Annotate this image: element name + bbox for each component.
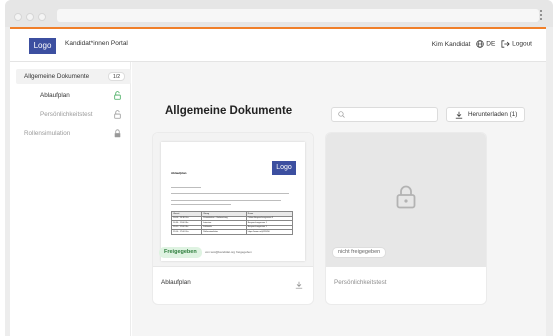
lock-icon — [396, 185, 416, 209]
document-card-schedule[interactable]: Logo Ablaufplan Uhrzeit Übung Raum 10:00… — [153, 133, 313, 304]
download-icon[interactable] — [295, 281, 303, 289]
document-logo: Logo — [272, 161, 296, 175]
window-close-dot[interactable] — [14, 13, 22, 21]
search-input[interactable] — [331, 107, 438, 122]
sidebar-item-label: Ablaufplan — [40, 92, 70, 99]
window-zoom-dot[interactable] — [38, 13, 46, 21]
table-row: 12:00 - 17:00 Uhr Rollensimulation https… — [170, 229, 294, 235]
logout-label: Logout — [512, 40, 532, 48]
download-button-label: Herunterladen (1) — [468, 111, 518, 118]
document-text-line — [171, 204, 231, 205]
browser-toolbar — [5, 0, 553, 27]
sidebar-item-role-simulation[interactable]: Rollensimulation — [16, 126, 131, 141]
logout-button[interactable]: Logout — [501, 40, 532, 48]
document-preview-locked: nicht freigegeben — [326, 133, 486, 267]
document-heading: Ablaufplan — [171, 171, 187, 175]
status-badge-released: Freigegeben — [159, 247, 202, 258]
document-page: Logo Ablaufplan Uhrzeit Übung Raum 10:00… — [161, 142, 305, 261]
sidebar-item-label: Rollensimulation — [24, 130, 71, 137]
language-switcher[interactable]: DE — [476, 40, 495, 48]
brand-logo[interactable]: Logo — [29, 38, 56, 54]
document-card-personality-test[interactable]: nicht freigegeben Persönlichkeitstest — [326, 133, 486, 304]
window-minimize-dot[interactable] — [26, 13, 34, 21]
unlock-icon — [114, 91, 121, 100]
browser-menu-icon[interactable] — [540, 10, 543, 22]
sidebar-item-label: Persönlichkeitstest — [40, 111, 93, 118]
top-header: Logo Kandidat*innen Portal Kim Kandidat … — [10, 27, 546, 62]
app-window: Logo Kandidat*innen Portal Kim Kandidat … — [10, 27, 546, 336]
document-text-line — [171, 200, 281, 201]
table-cell: Rollensimulation — [201, 229, 247, 235]
card-title[interactable]: Ablaufplan — [161, 279, 191, 286]
document-preview[interactable]: Logo Ablaufplan Uhrzeit Übung Raum 10:00… — [153, 133, 313, 267]
table-cell: 12:00 - 17:00 Uhr — [170, 229, 203, 235]
download-icon — [455, 111, 463, 119]
page-title: Allgemeine Dokumente — [165, 105, 293, 117]
sidebar-item-personality-test[interactable]: Persönlichkeitstest — [16, 107, 131, 122]
address-bar[interactable] — [57, 9, 539, 22]
status-note: von test@kandidat.org freigegeben — [205, 250, 252, 254]
schedule-table: Uhrzeit Übung Raum 10:00 - 10:30 Uhr Prä… — [170, 211, 294, 235]
unlock-icon — [114, 110, 121, 119]
logout-icon — [501, 40, 510, 48]
table-cell: https://zoom.us/j/123456 — [245, 229, 294, 235]
document-text-line — [171, 193, 289, 194]
status-badge-not-released: nicht freigegeben — [332, 247, 387, 258]
sidebar-item-label: Allgemeine Dokumente — [24, 73, 90, 80]
card-title[interactable]: Persönlichkeitstest — [334, 279, 387, 286]
search-icon — [338, 111, 345, 118]
lock-icon — [114, 129, 121, 138]
document-text-line — [171, 187, 201, 188]
sidebar: Allgemeine Dokumente 1/2 Ablaufplan Pers… — [10, 62, 131, 336]
user-name[interactable]: Kim Kandidat — [432, 41, 471, 48]
header-user-area: Kim Kandidat DE Logout — [432, 40, 532, 48]
globe-icon — [476, 40, 485, 48]
download-button[interactable]: Herunterladen (1) — [446, 107, 525, 122]
portal-name: Kandidat*innen Portal — [65, 40, 128, 47]
sidebar-item-general-documents[interactable]: Allgemeine Dokumente 1/2 — [16, 69, 131, 84]
language-label: DE — [486, 40, 496, 48]
sidebar-item-schedule[interactable]: Ablaufplan — [16, 88, 131, 103]
progress-count-badge: 1/2 — [108, 72, 125, 81]
